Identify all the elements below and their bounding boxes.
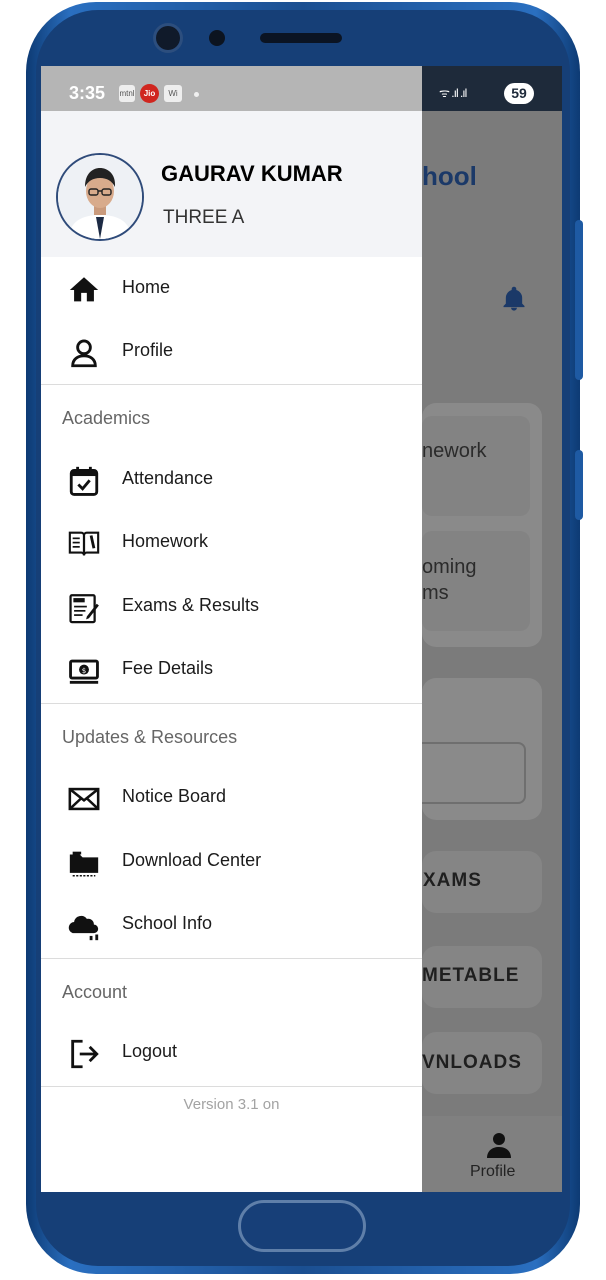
book-icon	[68, 531, 100, 556]
avatar[interactable]	[56, 153, 144, 241]
section-academics: Academics	[62, 408, 151, 428]
battery-indicator: 59	[504, 83, 534, 104]
drawer-item-label: Logout	[122, 1041, 178, 1061]
navigation-drawer: GAURAV KUMAR THREE A Home Profile Academ…	[41, 111, 422, 1192]
wifi-calling-icon: Wi	[164, 85, 182, 102]
drawer-item-label: Notice Board	[122, 786, 227, 806]
background-exams-button[interactable]: XAMS	[422, 851, 542, 913]
divider	[41, 703, 422, 704]
logout-icon	[71, 1039, 99, 1069]
notification-dot	[194, 92, 199, 97]
front-camera	[156, 26, 180, 50]
drawer-item-label: Homework	[122, 531, 209, 551]
divider	[41, 1086, 422, 1087]
home-icon	[69, 277, 99, 302]
drawer-item-label: Download Center	[122, 850, 262, 870]
drawer-item-download-center[interactable]: Download Center	[41, 834, 422, 890]
profile-nav-label: Profile	[470, 1163, 516, 1180]
status-time: 3:35	[69, 83, 106, 103]
envelope-icon	[68, 787, 100, 811]
background-app-title: hool	[422, 161, 477, 191]
student-photo	[58, 155, 142, 239]
background-homework-label: nework	[422, 440, 487, 462]
background-downloads-label: VNLOADS	[422, 1052, 522, 1073]
proximity-sensor	[209, 30, 225, 46]
background-timetable-button[interactable]: METABLE	[422, 946, 542, 1008]
home-hardware-button[interactable]	[238, 1200, 366, 1252]
background-upcoming-label: oming	[422, 556, 477, 578]
drawer-item-home[interactable]: Home	[41, 261, 422, 317]
volume-button	[575, 220, 583, 380]
drawer-item-school-info[interactable]: School Info	[41, 897, 422, 953]
section-updates-resources: Updates & Resources	[62, 727, 238, 747]
background-downloads-button[interactable]: VNLOADS	[422, 1032, 542, 1094]
money-icon: $	[69, 659, 99, 684]
drawer-item-homework[interactable]: Homework	[41, 515, 422, 571]
folder-icon	[69, 851, 99, 877]
drawer-item-profile[interactable]: Profile	[41, 324, 422, 380]
bell-icon[interactable]	[500, 285, 528, 313]
user-name: GAURAV KUMAR	[161, 161, 343, 186]
drawer-item-label: Attendance	[122, 468, 214, 488]
drawer-item-label: Exams & Results	[122, 595, 260, 615]
user-class: THREE A	[163, 207, 245, 228]
drawer-item-label: Home	[122, 277, 171, 297]
jio-icon: Jio	[140, 84, 159, 103]
background-upcoming-tile[interactable]	[422, 531, 530, 631]
divider	[41, 958, 422, 959]
drawer-item-logout[interactable]: Logout	[41, 1025, 422, 1081]
drawer-item-notice-board[interactable]: Notice Board	[41, 770, 422, 826]
drawer-item-label: Profile	[122, 340, 174, 360]
calendar-check-icon	[69, 466, 99, 496]
profile-nav-icon[interactable]	[487, 1132, 511, 1158]
drawer-item-label: School Info	[122, 913, 213, 933]
power-button	[575, 450, 583, 520]
background-exams-label: XAMS	[423, 870, 482, 891]
earpiece-speaker	[260, 33, 342, 43]
background-timetable-label: METABLE	[422, 965, 520, 986]
background-app	[422, 111, 562, 1192]
svg-text:$: $	[82, 666, 87, 675]
drawer-item-exams-results[interactable]: Exams & Results	[41, 579, 422, 635]
cloud-info-icon	[68, 915, 99, 941]
drawer-item-attendance[interactable]: Attendance	[41, 452, 422, 508]
drawer-item-fee-details[interactable]: $ Fee Details	[41, 642, 422, 698]
person-icon	[71, 339, 97, 368]
screen: 3:35 mtnl Jio Wi ᯤ .ıl .ıl 59 hool newor…	[41, 66, 562, 1192]
background-upcoming-label-2: ms	[422, 582, 449, 604]
signal-icon: ᯤ .ıl .ıl	[439, 86, 467, 100]
divider	[41, 384, 422, 385]
carrier-icon: mtnl	[119, 85, 135, 102]
background-homework-tile[interactable]	[422, 416, 530, 516]
drawer-item-label: Fee Details	[122, 658, 214, 678]
background-input-box[interactable]	[422, 742, 526, 804]
exam-icon	[69, 594, 99, 624]
version-text: Version 3.1 on	[183, 1096, 280, 1113]
section-account: Account	[62, 982, 128, 1002]
